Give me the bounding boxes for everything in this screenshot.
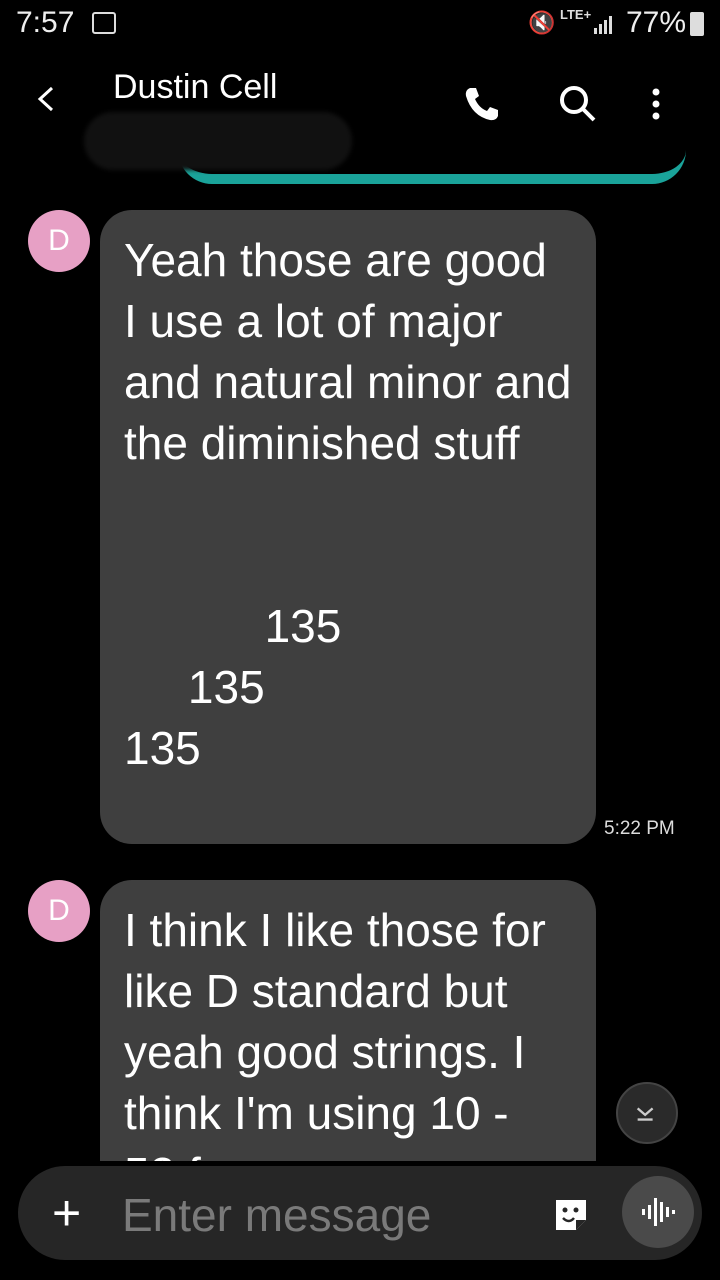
- message-time: 5:22 PM: [604, 818, 675, 839]
- battery-percent: 77%: [626, 6, 687, 39]
- received-message[interactable]: I think I like those for like D standard…: [100, 880, 596, 1161]
- battery-icon: [690, 12, 704, 36]
- scroll-down-icon[interactable]: [616, 1082, 678, 1144]
- mute-icon: 🔇: [528, 10, 556, 35]
- gallery-icon: [92, 12, 116, 34]
- voice-icon[interactable]: [622, 1176, 694, 1248]
- search-icon[interactable]: [558, 84, 598, 124]
- redaction: [84, 112, 352, 170]
- signal-icon: [594, 16, 612, 34]
- status-bar: 7:57 🔇 LTE+ 77%: [0, 0, 720, 48]
- received-message[interactable]: Yeah those are good I use a lot of major…: [100, 210, 596, 844]
- message-input[interactable]: [120, 1186, 544, 1244]
- message-composer: +: [18, 1166, 702, 1260]
- back-icon[interactable]: [34, 86, 60, 112]
- plus-icon[interactable]: +: [52, 1188, 81, 1238]
- phone-icon[interactable]: [462, 84, 502, 124]
- avatar[interactable]: D: [28, 880, 90, 942]
- sticker-icon[interactable]: [552, 1196, 590, 1234]
- more-options-icon[interactable]: [648, 86, 664, 126]
- network-type: LTE+: [560, 7, 592, 22]
- contact-name: Dustin Cell: [113, 68, 278, 106]
- message-text: Yeah those are good I use a lot of major…: [124, 234, 572, 774]
- avatar[interactable]: D: [28, 210, 90, 272]
- message-text: I think I like those for like D standard…: [124, 904, 546, 1161]
- status-time: 7:57: [16, 6, 75, 39]
